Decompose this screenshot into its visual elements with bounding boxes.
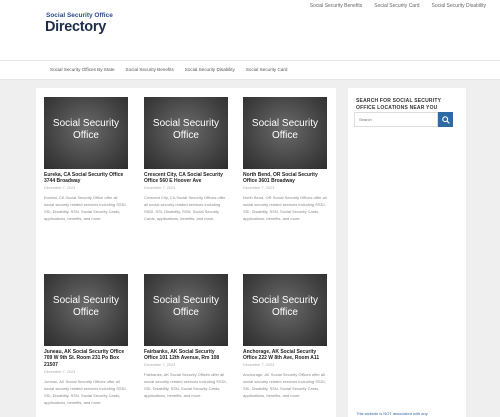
thumbnail-text: Social Security Office	[52, 118, 120, 141]
post-title[interactable]: North Bend, OR Social Security Office 36…	[243, 172, 327, 185]
post-excerpt: Juneau, AK Social Security Offices offer…	[44, 378, 127, 405]
sidebar: SEARCH FOR SOCIAL SECURITY OFFICE LOCATI…	[348, 88, 466, 417]
top-nav-disability[interactable]: Social Security Disability	[432, 3, 486, 9]
nav-offices-by-state[interactable]: Social Security Offices By State	[50, 67, 115, 72]
thumbnail-text: Social Security Office	[152, 295, 220, 318]
search-icon	[441, 115, 450, 124]
top-nav-card[interactable]: Social Security Card	[374, 3, 419, 9]
post-title[interactable]: Anchorage, AK Social Security Office 222…	[243, 349, 327, 362]
site-logo[interactable]: Social Security Office Directory	[44, 12, 134, 42]
post-title[interactable]: Juneau, AK Social Security Office 709 W …	[44, 349, 128, 368]
nav-card[interactable]: Social Security Card	[246, 67, 288, 72]
post-excerpt: Eureka, CA Social Security Office offer …	[44, 195, 127, 222]
logo-tagline: Social Security Office	[46, 12, 113, 19]
post-card: Social Security Office Juneau, AK Social…	[44, 274, 128, 406]
post-card: Social Security Office Anchorage, AK Soc…	[243, 274, 327, 399]
thumbnail-text: Social Security Office	[52, 295, 120, 318]
site-header: Social Security Office Directory Social …	[0, 0, 500, 60]
post-date: December 7, 2023	[44, 186, 76, 191]
post-excerpt: Fairbanks, AK Social Security Offices of…	[144, 372, 227, 399]
post-thumbnail[interactable]: Social Security Office	[44, 274, 128, 346]
post-title[interactable]: Crescent City, CA Social Security Office…	[144, 172, 228, 185]
post-card: Social Security Office Eureka, CA Social…	[44, 97, 128, 222]
post-card: Social Security Office Crescent City, CA…	[144, 97, 228, 222]
post-thumbnail[interactable]: Social Security Office	[44, 97, 128, 169]
search-widget-heading: SEARCH FOR SOCIAL SECURITY OFFICE LOCATI…	[356, 98, 442, 111]
post-thumbnail[interactable]: Social Security Office	[144, 274, 228, 346]
search-button[interactable]	[438, 112, 453, 127]
main-nav: Social Security Offices By State Social …	[0, 60, 500, 80]
post-date: December 7, 2023	[243, 363, 275, 368]
top-nav: Social Security Benefits Social Security…	[310, 3, 486, 9]
post-thumbnail[interactable]: Social Security Office	[243, 97, 327, 169]
nav-disability[interactable]: Social Security Disability	[185, 67, 235, 72]
post-date: December 7, 2023	[44, 369, 76, 374]
post-title[interactable]: Eureka, CA Social Security Office 3744 B…	[44, 172, 128, 185]
post-thumbnail[interactable]: Social Security Office	[144, 97, 228, 169]
post-date: December 7, 2023	[144, 186, 176, 191]
search-input[interactable]	[354, 112, 438, 127]
post-card: Social Security Office North Bend, OR So…	[243, 97, 327, 222]
post-title[interactable]: Fairbanks, AK Social Security Office 101…	[144, 349, 228, 362]
post-excerpt: Crescent City, CA Social Security Office…	[144, 195, 226, 222]
post-thumbnail[interactable]: Social Security Office	[243, 274, 327, 346]
top-nav-benefits[interactable]: Social Security Benefits	[310, 3, 363, 9]
thumbnail-text: Social Security Office	[251, 295, 319, 318]
thumbnail-text: Social Security Office	[152, 118, 220, 141]
post-excerpt: North Bend, OR Social Security Offices o…	[243, 195, 327, 222]
post-grid: Social Security Office Eureka, CA Social…	[36, 88, 336, 417]
nav-benefits[interactable]: Social Security Benefits	[126, 67, 174, 72]
thumbnail-text: Social Security Office	[251, 118, 319, 141]
logo-title: Directory	[45, 19, 106, 35]
disclaimer-text: This website is NOT associated with any	[356, 411, 428, 416]
post-card: Social Security Office Fairbanks, AK Soc…	[144, 274, 228, 399]
post-excerpt: Anchorage, AK Social Security Offices of…	[243, 372, 326, 399]
post-date: December 7, 2023	[243, 186, 275, 191]
post-date: December 7, 2023	[144, 363, 176, 368]
